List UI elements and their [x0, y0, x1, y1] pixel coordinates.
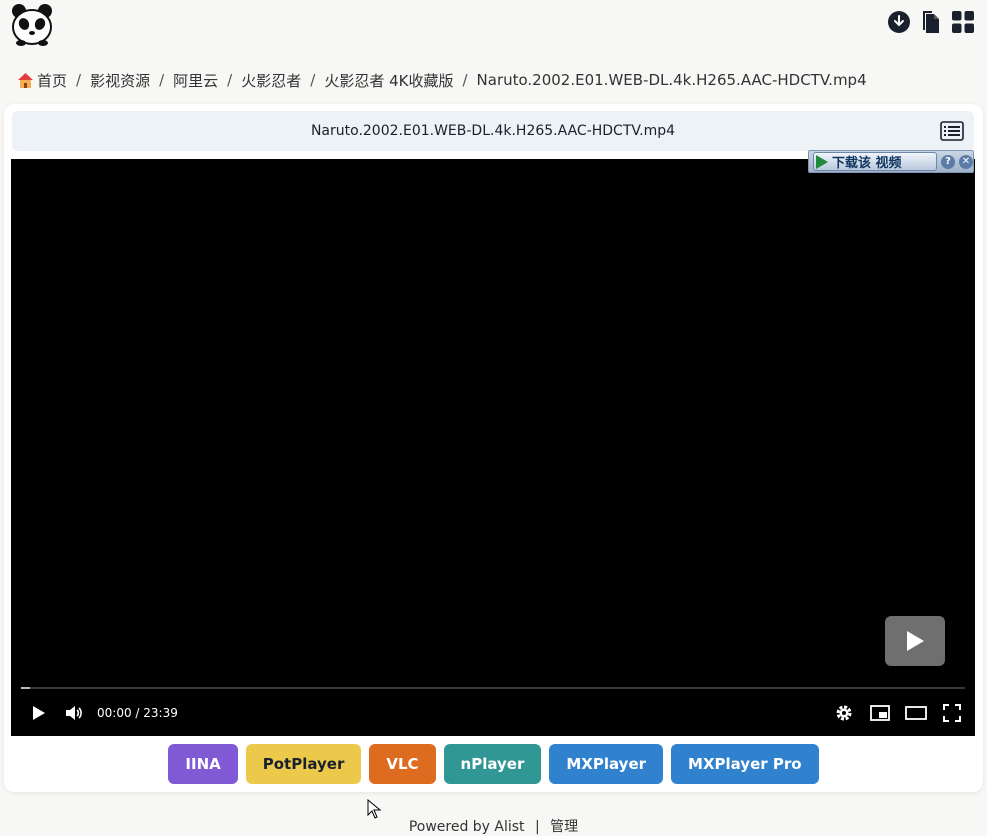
- fullscreen-icon: [943, 704, 961, 722]
- big-play-button[interactable]: [885, 616, 945, 666]
- help-icon[interactable]: ?: [941, 154, 955, 169]
- breadcrumb-separator: /: [462, 71, 468, 89]
- footer: Powered by Alist | 管理: [0, 816, 987, 836]
- file-header: Naruto.2002.E01.WEB-DL.4k.H265.AAC-HDCTV…: [12, 111, 974, 151]
- mouse-cursor-icon: [367, 799, 381, 819]
- nplayer-button[interactable]: nPlayer: [443, 744, 542, 784]
- gear-icon: [836, 705, 852, 721]
- mxplayer-pro-button[interactable]: MXPlayer Pro: [671, 744, 819, 784]
- breadcrumb-naruto[interactable]: 火影忍者: [241, 70, 301, 91]
- home-icon: [18, 72, 33, 88]
- theater-icon: [905, 706, 927, 720]
- download-video-label: 下载该 视频: [832, 156, 902, 171]
- external-player-buttons: IINA PotPlayer VLC nPlayer MXPlayer MXPl…: [4, 744, 983, 784]
- player-right-controls: [831, 700, 965, 726]
- breadcrumb-separator: /: [227, 71, 233, 89]
- file-title: Naruto.2002.E01.WEB-DL.4k.H265.AAC-HDCTV…: [310, 123, 676, 139]
- pip-button[interactable]: [867, 700, 893, 726]
- breadcrumb-media[interactable]: 影视资源: [90, 70, 150, 91]
- progress-bar[interactable]: [21, 687, 965, 689]
- fullscreen-button[interactable]: [939, 700, 965, 726]
- play-icon: [907, 631, 924, 651]
- breadcrumb-naruto-4k[interactable]: 火影忍者 4K收藏版: [324, 70, 453, 91]
- close-icon[interactable]: ✕: [959, 154, 973, 169]
- breadcrumb-separator: /: [159, 71, 165, 89]
- panda-logo-icon[interactable]: [11, 3, 53, 47]
- breadcrumb-aliyun[interactable]: 阿里云: [173, 70, 218, 91]
- play-icon: [33, 706, 45, 720]
- top-bar: [0, 0, 987, 52]
- volume-icon: [66, 706, 82, 720]
- video-download-helper: 下载该 视频 ? ✕: [808, 150, 974, 173]
- grid-icon[interactable]: [951, 10, 975, 34]
- list-icon[interactable]: [940, 121, 964, 141]
- copy-icon[interactable]: [919, 10, 943, 34]
- play-triangle-icon: [816, 154, 828, 169]
- potplayer-button[interactable]: PotPlayer: [245, 744, 362, 784]
- breadcrumb-separator: /: [310, 71, 316, 89]
- breadcrumb-home[interactable]: 首页: [37, 70, 67, 91]
- iina-button[interactable]: IINA: [168, 744, 238, 784]
- volume-button[interactable]: [61, 700, 87, 726]
- footer-divider: |: [535, 819, 540, 835]
- play-button[interactable]: [26, 700, 52, 726]
- progress-fill: [21, 687, 31, 689]
- time-display: 00:00 / 23:39: [97, 706, 178, 720]
- download-icon[interactable]: [887, 10, 911, 34]
- breadcrumb-separator: /: [76, 71, 82, 89]
- breadcrumb-current-file[interactable]: Naruto.2002.E01.WEB-DL.4k.H265.AAC-HDCTV…: [477, 71, 867, 89]
- vlc-button[interactable]: VLC: [369, 744, 436, 784]
- top-actions: [887, 10, 975, 34]
- breadcrumb: 首页 / 影视资源 / 阿里云 / 火影忍者 / 火影忍者 4K收藏版 / Na…: [17, 68, 867, 92]
- file-preview-card: Naruto.2002.E01.WEB-DL.4k.H265.AAC-HDCTV…: [4, 104, 983, 792]
- player-controls: 00:00 / 23:39: [11, 700, 975, 726]
- mxplayer-button[interactable]: MXPlayer: [549, 744, 664, 784]
- theater-mode-button[interactable]: [903, 700, 929, 726]
- picture-in-picture-icon: [870, 705, 890, 721]
- settings-button[interactable]: [831, 700, 857, 726]
- download-video-button[interactable]: 下载该 视频: [813, 152, 937, 171]
- video-player[interactable]: 00:00 / 23:39: [11, 159, 975, 736]
- powered-by-link[interactable]: Powered by Alist: [409, 819, 525, 835]
- manage-link[interactable]: 管理: [550, 819, 578, 835]
